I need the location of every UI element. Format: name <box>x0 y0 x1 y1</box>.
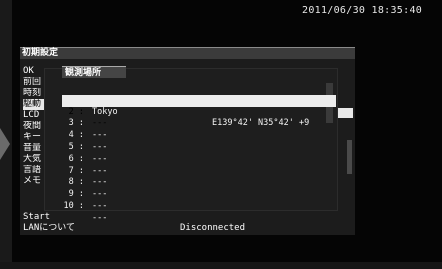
location-row[interactable]: 3 : --- <box>62 107 336 140</box>
location-row-selected[interactable]: 2 : --- <box>62 94 336 128</box>
location-dialog-title: 観測場所 <box>62 66 126 78</box>
settings-scrollbar[interactable] <box>347 140 352 174</box>
left-arrow-icon <box>0 128 10 160</box>
location-row-name: --- <box>92 212 108 223</box>
settings-window-title: 初期設定 <box>20 47 355 59</box>
location-row-number: 10 : <box>63 200 84 211</box>
status-datetime: 2011/06/30 18:35:40 <box>302 5 423 16</box>
location-row[interactable]: 6 : --- <box>62 142 336 176</box>
settings-row-label: Start <box>23 212 51 222</box>
location-row-name: --- <box>92 200 108 211</box>
settings-selection-highlight <box>337 108 353 118</box>
device-bezel-bottom <box>0 262 442 269</box>
location-row[interactable]: 4 : --- <box>62 118 336 152</box>
location-row[interactable]: 9 : --- <box>62 177 336 211</box>
location-row[interactable]: 8 : --- <box>62 166 336 199</box>
location-row[interactable]: 7 : --- <box>62 154 336 188</box>
lan-status-value: Disconnected <box>180 223 246 233</box>
location-row[interactable]: 1 : Tokyo E139°42' N35°42' +9 <box>62 83 336 129</box>
location-row[interactable]: 5 : --- <box>62 130 336 164</box>
location-row[interactable]: 10 : --- <box>62 189 336 223</box>
location-list: 1 : Tokyo E139°42' N35°42' +9 2 : --- 3 … <box>62 83 336 223</box>
